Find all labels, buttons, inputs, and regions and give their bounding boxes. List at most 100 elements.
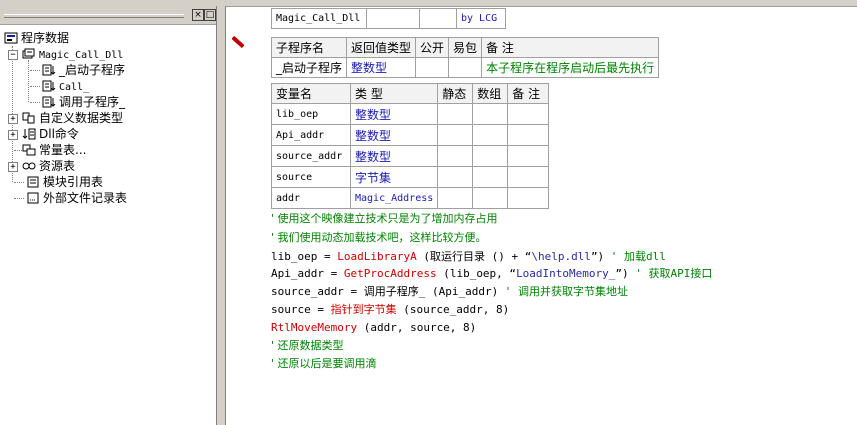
var-name-cell[interactable]: Api_addr [271, 124, 351, 146]
col-header: 变量名 [271, 83, 351, 104]
col-header: 静态 [437, 83, 474, 104]
code-line[interactable]: RtlMoveMemory (addr, source, 8) [271, 319, 476, 337]
var-static-cell[interactable] [437, 187, 474, 209]
var-type-cell[interactable]: 字节集 [349, 166, 439, 188]
tree-item-label: 常量表... [39, 143, 87, 157]
var-array-cell[interactable] [472, 145, 509, 167]
tree-item-module-refs[interactable]: 模块引用表 [26, 174, 103, 190]
tree-item-custom-types[interactable]: 自定义数据类型 [22, 110, 123, 126]
assembly-cell[interactable] [419, 8, 457, 29]
col-header: 子程序名 [270, 37, 348, 58]
code-text: ”) [615, 267, 629, 280]
code-comment[interactable]: ' 还原数据类型 [271, 337, 344, 355]
pane-grip [4, 14, 184, 18]
tree-item-sub-call[interactable]: Call_ [42, 78, 89, 94]
tree-item-label: 资源表 [39, 159, 76, 173]
variable-table: 变量名 类 型 静态 数组 备 注 lib_oep 整数型 Api_addr 整… [271, 83, 550, 209]
expand-icon[interactable]: + [8, 130, 18, 140]
var-array-cell[interactable] [472, 103, 509, 125]
close-pane-icon[interactable]: × [192, 9, 204, 21]
var-remark-cell[interactable] [507, 166, 550, 188]
code-comment[interactable]: ' 我们使用动态加载技术吧，这样比较方便。 [271, 229, 487, 247]
assembly-name-cell[interactable]: Magic_Call_Dll [271, 8, 367, 29]
var-static-cell[interactable] [437, 124, 474, 146]
var-name-cell[interactable]: lib_oep [271, 103, 351, 125]
table-row: Api_addr 整数型 [271, 124, 550, 146]
sub-name-cell[interactable]: _启动子程序 [270, 57, 348, 78]
code-line[interactable]: source = 指针到字节集 (source_addr, 8) [271, 301, 509, 319]
tree-item-resources[interactable]: 资源表 [22, 158, 75, 174]
var-name-cell[interactable]: source_addr [271, 145, 351, 167]
expand-icon[interactable]: + [8, 114, 18, 124]
code-text: (addr, source, 8) [357, 321, 477, 334]
code-line[interactable]: source_addr = 调用子程序_ (Api_addr) ' 调用并获取字… [271, 283, 628, 301]
tree-item-label: Call_ [59, 82, 90, 93]
var-type-cell[interactable]: Magic_Address [349, 187, 439, 209]
return-type-cell[interactable]: 整数型 [346, 57, 417, 78]
tree-line [28, 60, 29, 102]
tree-item-label: 自定义数据类型 [39, 111, 124, 125]
tree-item-dll-commands[interactable]: Dll命令 [22, 126, 79, 142]
epackage-cell[interactable] [448, 57, 483, 78]
tree-item-label: 外部文件记录表 [43, 191, 128, 205]
tree-item-assembly[interactable]: Magic_Call_Dll [22, 46, 123, 62]
table-row: source_addr 整数型 [271, 145, 550, 167]
pane-splitter[interactable] [217, 6, 225, 425]
var-remark-cell[interactable] [507, 145, 550, 167]
var-remark-cell[interactable] [507, 187, 550, 209]
tree-item-label: _启动子程序 [59, 63, 126, 77]
assembly-author-cell[interactable]: by LCG [456, 8, 506, 29]
collapse-icon[interactable]: − [8, 50, 18, 60]
var-static-cell[interactable] [437, 145, 474, 167]
code-line[interactable]: Api_addr = GetProcAddress (lib_oep, “Loa… [271, 265, 712, 283]
code-string: \help.dll [531, 250, 591, 263]
tree-line [14, 182, 24, 183]
tree-item-external-files[interactable]: 外部文件记录表 [26, 190, 127, 206]
col-header: 数组 [472, 83, 509, 104]
code-function: RtlMoveMemory [271, 321, 358, 334]
module-icon [26, 176, 40, 188]
code-comment[interactable]: ' 还原以后是要调用滴 [271, 355, 377, 373]
var-static-cell[interactable] [437, 103, 474, 125]
subroutine-table: 子程序名 返回值类型 公开 易包 备 注 _启动子程序 整数型 本子程序在程序启… [270, 37, 660, 78]
var-static-cell[interactable] [437, 166, 474, 188]
pin-pane-icon[interactable]: □ [204, 9, 216, 21]
assembly-cell[interactable] [366, 8, 420, 29]
breakpoint-icon[interactable] [231, 35, 245, 49]
tree-item-program-data[interactable]: 程序数据 [4, 30, 69, 46]
tree-item-sub-invoke[interactable]: 调用子程序_ [42, 94, 125, 110]
var-array-cell[interactable] [472, 187, 509, 209]
code-comment[interactable]: ' 使用这个映像建立技术只是为了增加内存占用 [271, 210, 498, 228]
pane-header: × □ [0, 6, 216, 25]
project-tree-pane: × □ 程序数据 − Magic_Call_Dll _启动子程序 Call_ 调… [0, 6, 217, 425]
code-line[interactable]: lib_oep = LoadLibraryA (取运行目录 () + “\hel… [271, 248, 666, 266]
var-array-cell[interactable] [472, 166, 509, 188]
code-text: source_addr = 调用子程序_ (Api_addr) [271, 285, 499, 298]
expand-icon[interactable]: + [8, 162, 18, 172]
var-remark-cell[interactable] [507, 103, 550, 125]
editor-margin [225, 6, 228, 425]
var-type-cell[interactable]: 整数型 [349, 124, 439, 146]
assembly-icon [22, 48, 36, 60]
var-name-cell[interactable]: source [271, 166, 351, 188]
tree-item-sub-start[interactable]: _启动子程序 [42, 62, 125, 78]
tree-item-label: 程序数据 [21, 31, 70, 45]
var-type-cell[interactable]: 整数型 [349, 103, 439, 125]
tree-item-label: Dll命令 [39, 127, 79, 141]
resources-icon [22, 160, 36, 172]
remark-cell[interactable]: 本子程序在程序启动后最先执行 [481, 57, 660, 78]
tree-item-constants[interactable]: 常量表... [22, 142, 86, 158]
col-header: 公开 [415, 37, 450, 58]
var-name-cell[interactable]: addr [271, 187, 351, 209]
public-cell[interactable] [415, 57, 450, 78]
tree-line [14, 198, 24, 199]
external-file-icon [26, 192, 40, 204]
code-function: LoadLibraryA [337, 250, 417, 263]
tree-item-label: Magic_Call_Dll [39, 50, 124, 61]
code-string: LoadIntoMemory_ [516, 267, 616, 280]
subroutine-icon [42, 80, 56, 92]
var-remark-cell[interactable] [507, 124, 550, 146]
code-comment: ' 获取API接口 [628, 267, 713, 280]
var-type-cell[interactable]: 整数型 [349, 145, 439, 167]
var-array-cell[interactable] [472, 124, 509, 146]
